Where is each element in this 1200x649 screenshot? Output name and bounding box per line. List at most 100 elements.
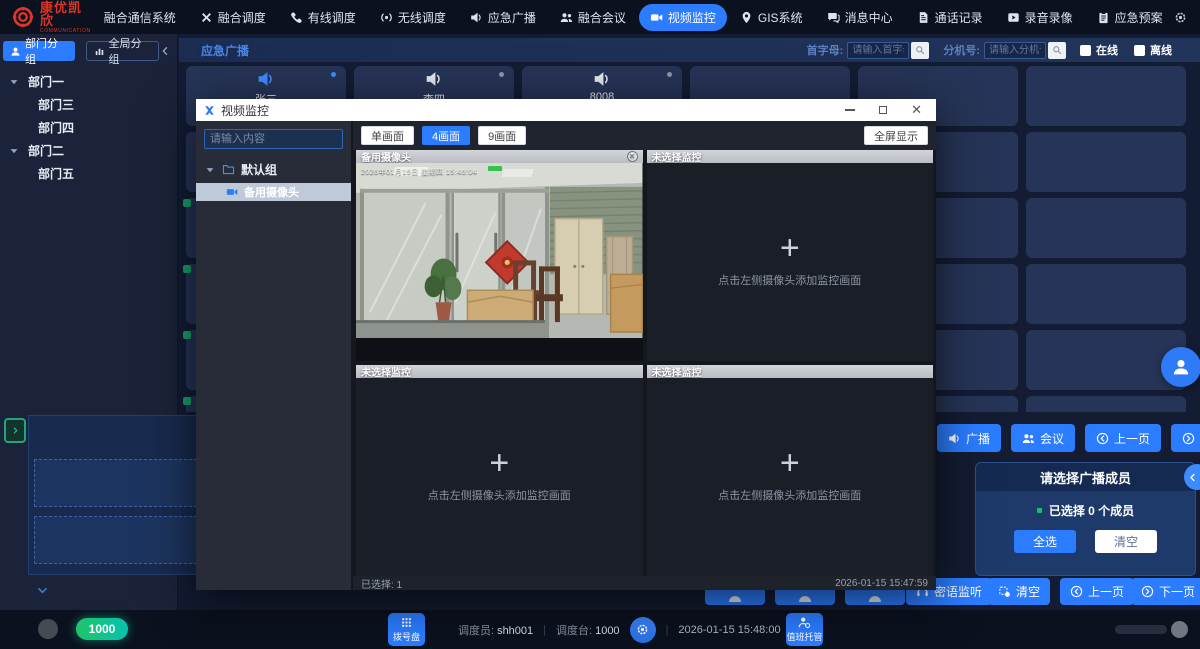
clear-selection-button[interactable]: 清空 xyxy=(1095,530,1157,553)
video-grid: 备用摄像头✕2026年01月15日 星期四 15:46:04未选择监控+点击左侧… xyxy=(353,150,936,576)
operator-label: 调度员: xyxy=(458,625,494,637)
nav-item-7[interactable]: 视频监控 xyxy=(639,4,727,31)
main-nav: 融合通信系统融合调度有线调度无线调度应急广播融合会议视频监控GIS系统消息中心通… xyxy=(93,4,1174,31)
bottom-action-2[interactable]: 清空 xyxy=(988,578,1050,605)
nav-item-4[interactable]: 无线调度 xyxy=(369,4,457,31)
member-card[interactable] xyxy=(1026,132,1186,192)
member-card[interactable] xyxy=(1026,66,1186,126)
collapse-panel-chevron-icon[interactable] xyxy=(36,584,49,597)
layout-button-2[interactable]: 4画面 xyxy=(422,126,470,145)
nav-item-11[interactable]: 录音录像 xyxy=(996,4,1084,31)
selected-count: 已选择: 1 xyxy=(361,576,402,591)
sidebar-collapse-button[interactable] xyxy=(159,45,171,57)
nav-item-9[interactable]: 消息中心 xyxy=(816,4,904,31)
video-panel-4[interactable]: 未选择监控+点击左侧摄像头添加监控画面 xyxy=(647,365,934,576)
drop-slot[interactable] xyxy=(34,516,202,564)
expand-panel-button[interactable] xyxy=(4,418,26,443)
duty-delegate-button[interactable]: 值班托管 xyxy=(786,613,823,646)
camera-item-selected[interactable]: 备用摄像头 xyxy=(196,183,351,201)
add-camera-plus-icon[interactable]: + xyxy=(489,452,509,474)
extension-search-button[interactable] xyxy=(1048,42,1066,59)
nav-item-3[interactable]: 有线调度 xyxy=(279,4,367,31)
selected-count-dot xyxy=(1037,508,1042,513)
volume-knob[interactable] xyxy=(1171,621,1188,638)
page-title: 应急广播 xyxy=(201,42,249,59)
video-panel-1[interactable]: 备用摄像头✕2026年01月15日 星期四 15:46:04 xyxy=(356,150,643,361)
circChevL-icon xyxy=(1070,585,1083,598)
online-checkbox[interactable] xyxy=(1080,45,1091,56)
member-online-indicator xyxy=(183,265,191,273)
speaker-icon xyxy=(425,70,443,88)
tab-department-group[interactable]: 部门分组 xyxy=(3,41,75,61)
circChevR-icon xyxy=(1182,432,1195,445)
selected-count-text: 已选择 0 个成员 xyxy=(1049,502,1134,519)
dialog-close-icon[interactable]: ✕ xyxy=(911,105,922,115)
video-panel-2[interactable]: 未选择监控+点击左侧摄像头添加监控画面 xyxy=(647,150,934,361)
dialog-minimize-icon[interactable] xyxy=(845,109,855,111)
tab-global-group[interactable]: 全局分组 xyxy=(86,41,160,61)
nav-item-8[interactable]: GIS系统 xyxy=(729,4,814,31)
bottom-action-3[interactable]: 上一页 xyxy=(1060,578,1134,605)
nav-item-5[interactable]: 应急广播 xyxy=(459,4,547,31)
settings-gear-icon[interactable] xyxy=(1174,11,1187,24)
action-button-4[interactable]: 下一页 xyxy=(1171,424,1200,452)
member-card[interactable] xyxy=(1026,264,1186,324)
tree-item-5[interactable]: 部门五 xyxy=(0,162,177,185)
osd-status-tag xyxy=(488,166,502,171)
action-button-1[interactable]: 广播 xyxy=(937,424,1001,452)
layout-button-3[interactable]: 9画面 xyxy=(478,126,526,145)
member-card[interactable] xyxy=(1026,396,1186,412)
member-online-indicator xyxy=(183,199,191,207)
close-video-icon[interactable]: ✕ xyxy=(627,151,638,162)
action-button-2[interactable]: 会议 xyxy=(1011,424,1075,452)
nav-item-12[interactable]: 应急预案 xyxy=(1086,4,1174,31)
extension-filter-input[interactable] xyxy=(984,42,1046,59)
dialog-maximize-icon[interactable] xyxy=(879,106,887,114)
member-online-indicator xyxy=(183,397,191,405)
bottom-action-4[interactable]: 下一页 xyxy=(1131,578,1200,605)
nav-item-6[interactable]: 融合会议 xyxy=(549,4,637,31)
add-camera-plus-icon[interactable]: + xyxy=(780,237,800,259)
initial-search-button[interactable] xyxy=(911,42,929,59)
offline-checkbox[interactable] xyxy=(1134,45,1145,56)
console-settings-button[interactable] xyxy=(630,617,656,643)
camera-group-label: 默认组 xyxy=(241,161,277,178)
main-header: 应急广播 首字母: 分机号: 在线 离线 xyxy=(179,38,1200,62)
add-camera-plus-icon[interactable]: + xyxy=(780,452,800,474)
brand-logo: 康优凯欣 COMMUNICATION xyxy=(12,1,91,34)
tree-item-1[interactable]: 部门一 xyxy=(0,70,177,93)
video-panel-title: 备用摄像头✕ xyxy=(356,150,643,163)
dialog-footer: 已选择: 1 2026-01-15 15:47:59 xyxy=(353,576,936,590)
empty-panel-hint: 点击左侧摄像头添加监控画面 xyxy=(718,487,861,503)
presence-dot xyxy=(499,72,504,77)
tree-item-3[interactable]: 部门四 xyxy=(0,116,177,139)
system-time: 2026-01-15 15:48:00 xyxy=(678,624,780,636)
circChevL-icon xyxy=(1096,432,1109,445)
tree-item-4[interactable]: 部门二 xyxy=(0,139,177,162)
quick-call-panel xyxy=(28,415,208,575)
initial-filter-input[interactable] xyxy=(847,42,909,59)
tree-item-2[interactable]: 部门三 xyxy=(0,93,177,116)
caret-down-icon[interactable] xyxy=(8,76,20,88)
floating-user-avatar[interactable] xyxy=(1161,347,1200,387)
camera-search-input[interactable] xyxy=(204,129,343,149)
nav-item-2[interactable]: 融合调度 xyxy=(189,4,277,31)
extension-filter-label: 分机号: xyxy=(943,42,980,58)
nav-item-1[interactable]: 融合通信系统 xyxy=(93,4,187,31)
tab-label: 部门分组 xyxy=(25,35,68,67)
dialog-titlebar[interactable]: 视频监控 ✕ xyxy=(196,99,936,121)
volume-slider[interactable] xyxy=(1115,625,1167,634)
extension-badge[interactable]: 1000 xyxy=(76,618,128,640)
video-panel-3[interactable]: 未选择监控+点击左侧摄像头添加监控画面 xyxy=(356,365,643,576)
member-card[interactable] xyxy=(1026,198,1186,258)
layout-button-1[interactable]: 单画面 xyxy=(361,126,414,145)
dialpad-button[interactable]: 拨号盘 xyxy=(388,613,425,646)
action-button-3[interactable]: 上一页 xyxy=(1085,424,1161,452)
brand-subtitle: COMMUNICATION xyxy=(40,29,91,34)
camera-group-row[interactable]: 默认组 xyxy=(204,161,343,178)
drop-slot[interactable] xyxy=(34,459,202,507)
caret-down-icon[interactable] xyxy=(8,145,20,157)
nav-item-10[interactable]: 通话记录 xyxy=(906,4,994,31)
select-all-button[interactable]: 全选 xyxy=(1014,530,1076,553)
fullscreen-button[interactable]: 全屏显示 xyxy=(864,126,928,145)
